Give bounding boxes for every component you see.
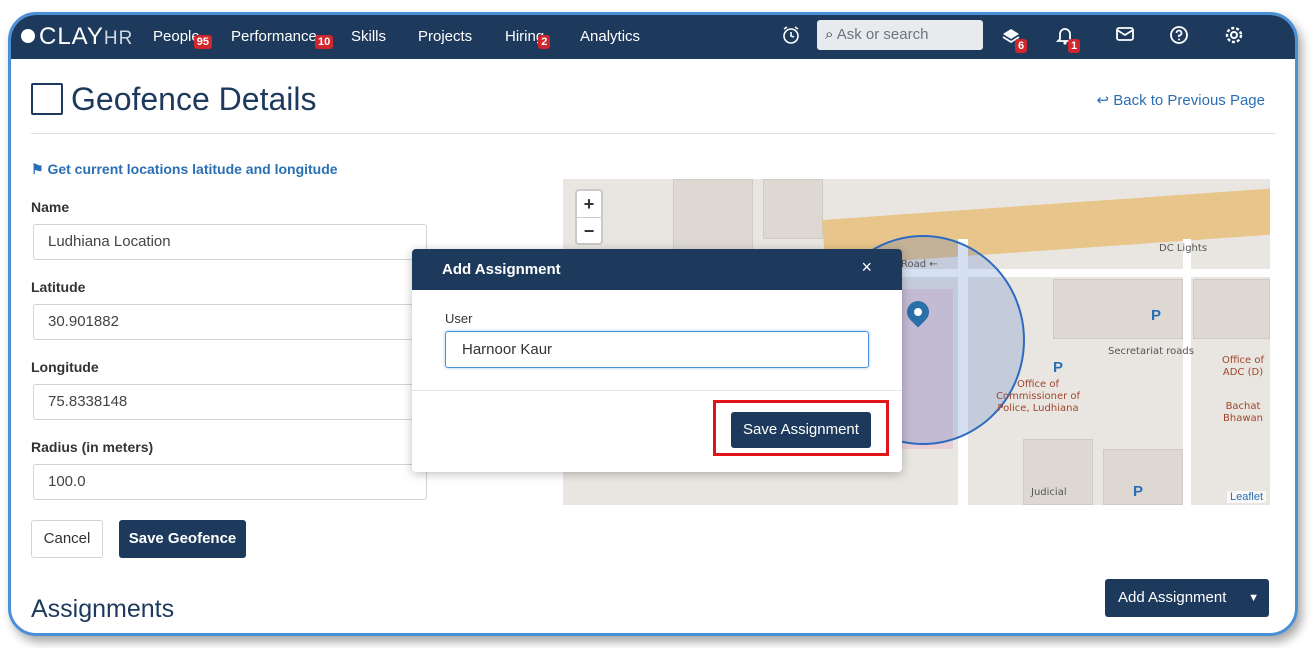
map-parking-label: P — [1053, 359, 1064, 376]
nav-people-badge: 95 — [193, 35, 212, 49]
user-input[interactable]: Harnoor Kaur — [445, 331, 869, 368]
logo-icon — [21, 29, 35, 43]
longitude-input[interactable]: 75.8338148 — [33, 384, 427, 420]
map-label-dc-lights: DC Lights — [1159, 243, 1208, 254]
help-icon[interactable] — [1169, 25, 1189, 50]
close-icon[interactable]: × — [861, 257, 872, 278]
caret-down-icon[interactable]: ▼ — [1248, 579, 1259, 617]
longitude-label: Longitude — [31, 359, 99, 375]
map-block — [673, 179, 753, 259]
map-block — [1193, 279, 1270, 339]
map-parking-label: P — [1133, 483, 1144, 500]
name-input[interactable]: Ludhiana Location — [33, 224, 427, 260]
map-road — [1183, 239, 1191, 505]
leaflet-attribution-link[interactable]: Leaflet — [1226, 491, 1266, 503]
modal-divider — [412, 390, 902, 391]
map-zoom-control: + − — [575, 189, 603, 245]
latitude-input[interactable]: 30.901882 — [33, 304, 427, 340]
add-assignment-label: Add Assignment — [1118, 589, 1227, 606]
map-label-office-commissioner: Office of Commissioner of Police, Ludhia… — [995, 379, 1081, 414]
assignments-heading: Assignments — [31, 595, 175, 623]
header-divider — [31, 133, 1275, 134]
name-label: Name — [31, 199, 70, 215]
modal-header: Add Assignment × — [412, 249, 902, 290]
map-label-road: Road ← — [901, 259, 938, 270]
map-label-judicial: Judicial — [1031, 487, 1067, 498]
map-label-office-adc: Office of ADC (D) — [1221, 355, 1264, 378]
bell-icon[interactable]: 1 — [1055, 25, 1081, 53]
radius-label: Radius (in meters) — [31, 439, 154, 455]
nav-performance[interactable]: Performance 10 — [231, 28, 334, 49]
save-geofence-button[interactable]: Save Geofence — [119, 520, 246, 558]
page-title: Geofence Details — [71, 81, 317, 117]
zoom-out-button[interactable]: − — [577, 218, 601, 244]
search-box[interactable]: ⌕ Ask or search — [817, 20, 983, 50]
nav-hiring[interactable]: Hiring2 — [505, 28, 551, 49]
gear-icon[interactable] — [1224, 25, 1244, 50]
get-current-location-link[interactable]: ⚑ Get current locations latitude and lon… — [31, 161, 338, 178]
nav-performance-label: Performance — [231, 28, 317, 45]
notifications-badge: 1 — [1068, 39, 1081, 53]
map-label-secretariat: Secretariat roads — [1108, 346, 1194, 357]
add-assignment-button[interactable]: Add Assignment ▼ — [1105, 579, 1269, 617]
nav-hiring-badge: 2 — [538, 35, 551, 49]
back-to-previous-link[interactable]: ↩ Back to Previous Page — [1097, 91, 1266, 109]
nav-analytics[interactable]: Analytics — [580, 28, 640, 45]
map-parking-label: P — [1151, 307, 1162, 324]
alarm-clock-icon[interactable] — [781, 25, 801, 50]
nav-skills[interactable]: Skills — [351, 28, 386, 45]
map-book-icon — [31, 83, 63, 115]
inbox-tray-icon[interactable]: 6 — [1001, 25, 1028, 53]
nav-people-label: People — [153, 28, 200, 45]
logo-subtext: HR — [103, 28, 134, 49]
nav-people[interactable]: People95 — [153, 28, 212, 49]
nav-performance-badge: 10 — [315, 35, 334, 49]
nav-projects-label: Projects — [418, 28, 473, 45]
modal-title: Add Assignment — [442, 261, 561, 278]
cancel-button[interactable]: Cancel — [31, 520, 103, 558]
nav-analytics-label: Analytics — [580, 28, 641, 45]
zoom-in-button[interactable]: + — [577, 191, 601, 218]
map-block — [763, 179, 823, 239]
inbox-badge: 6 — [1015, 39, 1028, 53]
logo-text: CLAY — [39, 23, 104, 50]
clayhr-logo[interactable]: CLAYHR — [21, 23, 133, 51]
search-placeholder: Ask or search — [836, 26, 929, 43]
user-label: User — [445, 311, 473, 326]
app-window: CLAYHR People95 Performance 10 Skills Pr… — [8, 12, 1298, 636]
search-icon: ⌕ — [825, 26, 834, 43]
nav-projects[interactable]: Projects — [418, 28, 472, 45]
map-block — [1053, 279, 1183, 339]
map-label-bachat-bhawan: Bachat Bhawan — [1223, 401, 1263, 424]
mail-icon[interactable] — [1115, 25, 1135, 48]
highlight-box — [713, 400, 889, 456]
top-navbar: CLAYHR People95 Performance 10 Skills Pr… — [11, 15, 1295, 59]
latitude-label: Latitude — [31, 279, 86, 295]
nav-skills-label: Skills — [351, 28, 387, 45]
radius-input[interactable]: 100.0 — [33, 464, 427, 500]
